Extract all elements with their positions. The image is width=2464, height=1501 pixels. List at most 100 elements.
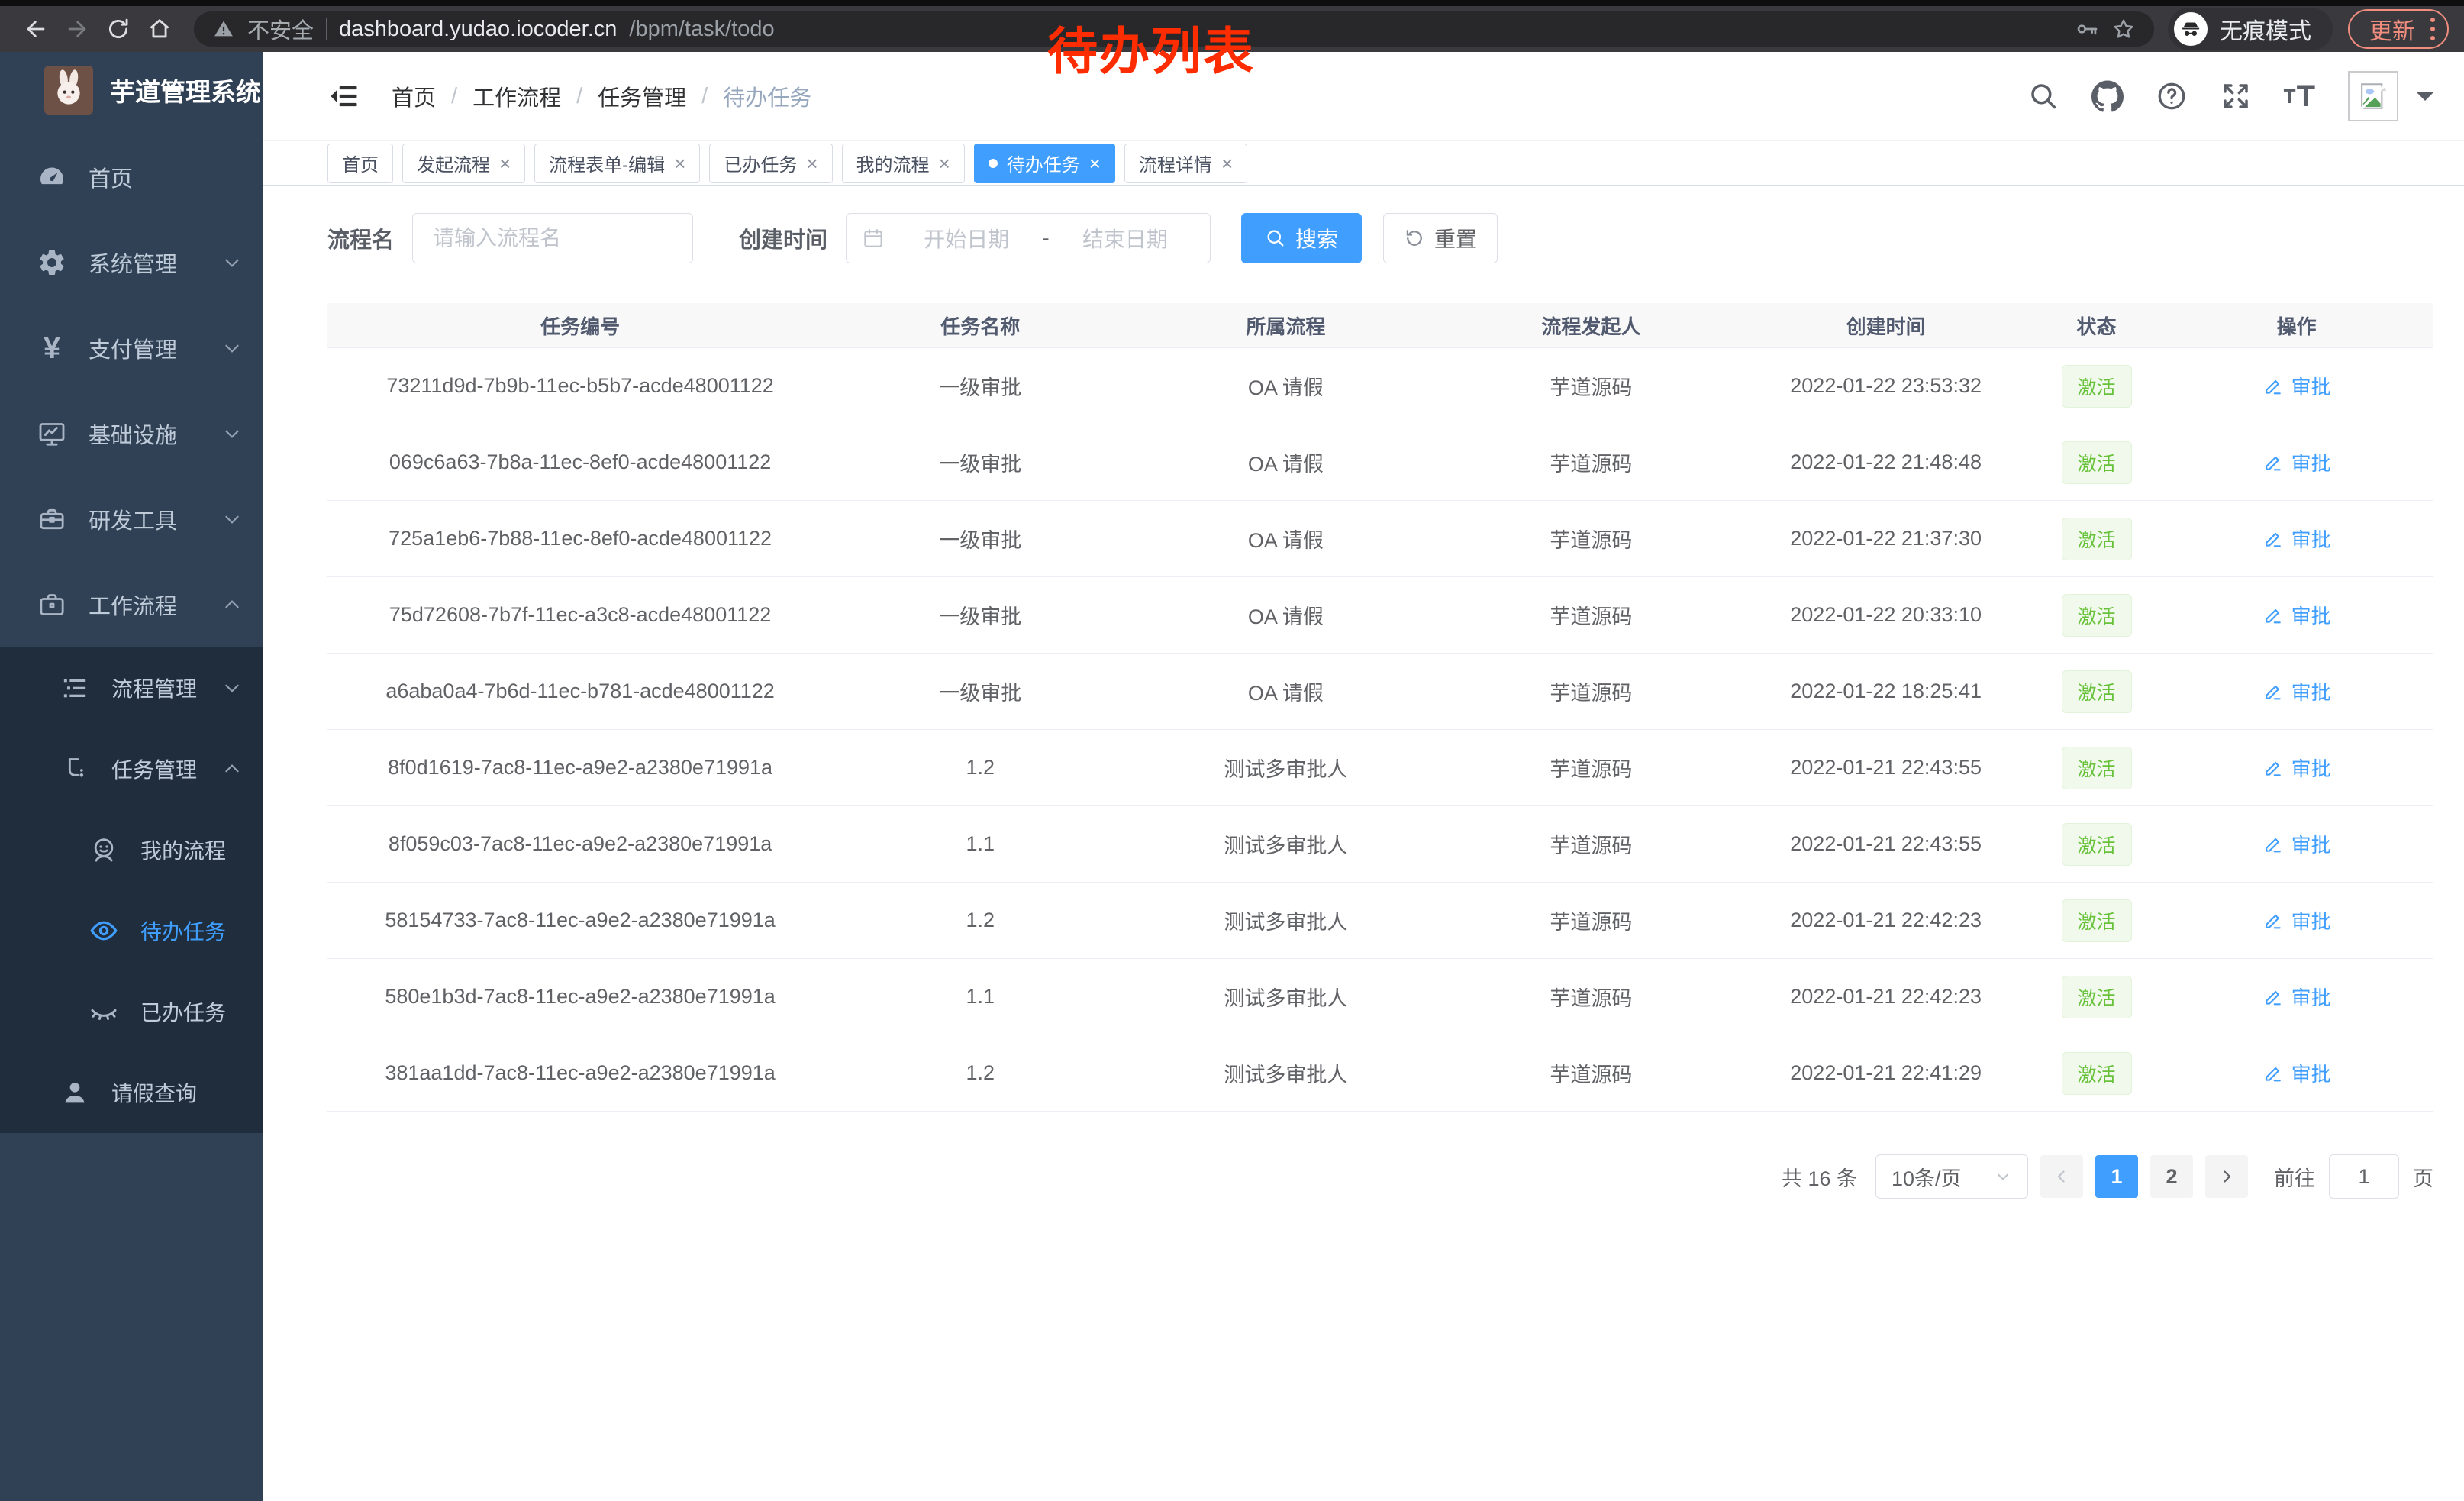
- sidebar-item-done-tasks[interactable]: 已办任务: [0, 971, 263, 1052]
- forward-icon[interactable]: [56, 8, 98, 50]
- update-label[interactable]: 更新: [2369, 12, 2415, 46]
- sidebar-item-leave-query[interactable]: 请假查询: [0, 1052, 263, 1133]
- approve-button[interactable]: 审批: [2262, 906, 2331, 934]
- status-badge: 激活: [2062, 594, 2132, 637]
- status-badge: 激活: [2062, 1052, 2132, 1095]
- chevron-up-icon: [222, 595, 242, 615]
- close-icon[interactable]: ×: [939, 153, 950, 173]
- sidebar-item-task-management[interactable]: 任务管理: [0, 728, 263, 809]
- cell-starter: 芋道源码: [1443, 524, 1738, 554]
- tab-done-tasks[interactable]: 已办任务×: [709, 144, 832, 183]
- cell-starter: 芋道源码: [1443, 371, 1738, 401]
- status-badge: 激活: [2062, 441, 2132, 484]
- sidebar-item-my-process[interactable]: 我的流程: [0, 809, 263, 890]
- table-body: 73211d9d-7b9b-11ec-b5b7-acde48001122 一级审…: [327, 348, 2433, 1112]
- status-badge: 激活: [2062, 823, 2132, 866]
- cell-task-id: 069c6a63-7b8a-11ec-8ef0-acde48001122: [327, 450, 833, 474]
- sidebar-item-home[interactable]: 首页: [0, 134, 263, 220]
- cell-task-name: 一级审批: [833, 600, 1127, 630]
- cell-task-name: 一级审批: [833, 524, 1127, 554]
- page-button-2[interactable]: 2: [2150, 1155, 2193, 1198]
- star-icon[interactable]: [2111, 17, 2136, 41]
- next-page-button[interactable]: [2205, 1155, 2248, 1198]
- column-header: 创建时间: [1739, 303, 2033, 347]
- sidebar-item-dev-tools[interactable]: 研发工具: [0, 476, 263, 562]
- search-icon[interactable]: [2027, 80, 2059, 112]
- close-icon[interactable]: ×: [1221, 153, 1233, 173]
- approve-button[interactable]: 审批: [2262, 677, 2331, 705]
- approve-button[interactable]: 审批: [2262, 372, 2331, 400]
- approve-button[interactable]: 审批: [2262, 601, 2331, 629]
- approve-button[interactable]: 审批: [2262, 525, 2331, 553]
- close-icon[interactable]: ×: [806, 153, 818, 173]
- cell-created-time: 2022-01-22 20:33:10: [1739, 603, 2033, 627]
- url-host[interactable]: dashboard.yudao.iocoder.cn: [339, 17, 617, 42]
- breadcrumb-home[interactable]: 首页: [392, 80, 436, 112]
- tab-home[interactable]: 首页: [327, 144, 393, 183]
- tab-my-process[interactable]: 我的流程×: [842, 144, 965, 183]
- security-label[interactable]: 不安全: [247, 13, 314, 45]
- table-row: 069c6a63-7b8a-11ec-8ef0-acde48001122 一级审…: [327, 424, 2433, 501]
- approve-button[interactable]: 审批: [2262, 983, 2331, 1011]
- kebab-menu-icon[interactable]: [2430, 18, 2435, 40]
- url-path[interactable]: /bpm/task/todo: [629, 17, 774, 42]
- sidebar-item-label: 我的流程: [140, 834, 226, 865]
- window-top-strip: [0, 0, 2464, 6]
- sidebar-toggle-icon[interactable]: [327, 80, 360, 112]
- logo-rabbit-image: [44, 66, 93, 115]
- fullscreen-icon[interactable]: [2220, 80, 2252, 112]
- page-size-select[interactable]: 10条/页: [1875, 1154, 2028, 1199]
- cell-task-id: a6aba0a4-7b6d-11ec-b781-acde48001122: [327, 679, 833, 703]
- sidebar-item-todo-tasks[interactable]: 待办任务: [0, 890, 263, 971]
- status-badge: 激活: [2062, 670, 2132, 713]
- approve-button[interactable]: 审批: [2262, 754, 2331, 782]
- date-range-picker[interactable]: 开始日期 - 结束日期: [846, 213, 1211, 263]
- goto-page-input[interactable]: [2329, 1154, 2399, 1199]
- column-header: 任务编号: [327, 303, 833, 347]
- process-name-label: 流程名: [327, 222, 394, 254]
- cell-task-name: 一级审批: [833, 676, 1127, 706]
- sidebar-item-infrastructure[interactable]: 基础设施: [0, 391, 263, 476]
- chevron-down-icon[interactable]: [2417, 92, 2433, 109]
- avatar-broken-image-icon[interactable]: [2348, 71, 2398, 121]
- start-date-placeholder[interactable]: 开始日期: [897, 223, 1036, 253]
- github-icon[interactable]: [2091, 80, 2124, 112]
- close-icon[interactable]: ×: [674, 153, 685, 173]
- font-size-icon[interactable]: TT: [2284, 79, 2316, 114]
- approve-button[interactable]: 审批: [2262, 1059, 2331, 1087]
- page-button-1[interactable]: 1: [2095, 1155, 2138, 1198]
- tab-start-process[interactable]: 发起流程×: [402, 144, 525, 183]
- sidebar-item-process-management[interactable]: 流程管理: [0, 647, 263, 728]
- help-icon[interactable]: [2156, 80, 2188, 112]
- close-icon[interactable]: ×: [1089, 153, 1101, 173]
- chevron-down-icon: [222, 509, 242, 529]
- tab-process-detail[interactable]: 流程详情×: [1124, 144, 1247, 183]
- breadcrumb-task-management[interactable]: 任务管理: [598, 80, 686, 112]
- filter-form: 流程名 创建时间 开始日期 - 结束日期 搜索: [327, 213, 2433, 263]
- search-button[interactable]: 搜索: [1241, 213, 1362, 263]
- update-button[interactable]: 更新: [2348, 9, 2449, 49]
- close-icon[interactable]: ×: [499, 153, 511, 173]
- sidebar-item-workflow[interactable]: 工作流程: [0, 562, 263, 647]
- table-row: 58154733-7ac8-11ec-a9e2-a2380e71991a 1.2…: [327, 883, 2433, 959]
- sidebar-item-label: 支付管理: [89, 332, 177, 364]
- process-name-input[interactable]: [412, 213, 693, 263]
- back-icon[interactable]: [15, 8, 56, 50]
- end-date-placeholder[interactable]: 结束日期: [1056, 223, 1195, 253]
- tab-process-form-edit[interactable]: 流程表单-编辑×: [534, 144, 700, 183]
- approve-button[interactable]: 审批: [2262, 830, 2331, 858]
- reload-icon[interactable]: [98, 8, 139, 50]
- breadcrumb-workflow[interactable]: 工作流程: [472, 80, 561, 112]
- reset-button[interactable]: 重置: [1383, 213, 1498, 263]
- app-logo[interactable]: 芋道管理系统: [0, 52, 263, 128]
- home-icon[interactable]: [139, 8, 180, 50]
- approve-button[interactable]: 审批: [2262, 448, 2331, 476]
- top-navbar: 首页 / 工作流程 / 任务管理 / 待办任务: [263, 52, 2464, 141]
- prev-page-button[interactable]: [2040, 1155, 2083, 1198]
- sidebar-item-payment[interactable]: ¥ 支付管理: [0, 305, 263, 391]
- approve-button-label: 审批: [2291, 830, 2331, 858]
- sidebar-item-system[interactable]: 系统管理: [0, 220, 263, 305]
- key-icon[interactable]: [2075, 17, 2099, 41]
- tab-todo-tasks[interactable]: 待办任务×: [974, 144, 1115, 183]
- cell-task-id: 8f0d1619-7ac8-11ec-a9e2-a2380e71991a: [327, 756, 833, 780]
